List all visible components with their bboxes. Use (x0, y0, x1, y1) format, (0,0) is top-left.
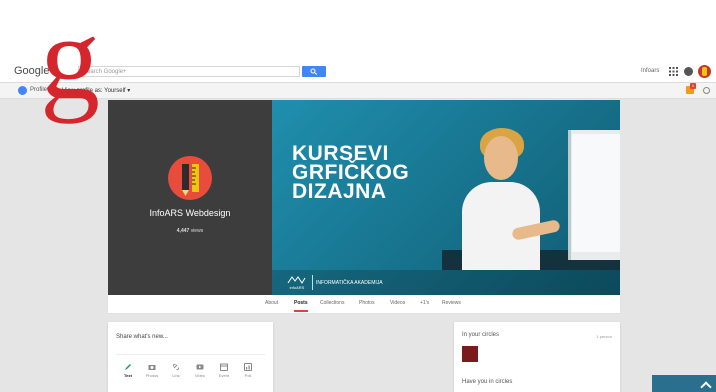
cover-footer: infoARS INFORMATIČKA AKADEMIJA (272, 270, 620, 295)
tab-posts[interactable]: Posts (294, 300, 308, 306)
infoars-logo-text: infoARS (289, 285, 305, 290)
cover-title-line: DIZAJNA (292, 180, 387, 203)
account-avatar[interactable] (698, 65, 711, 78)
share-input[interactable]: Share what's new... (116, 330, 265, 355)
share-poll-button[interactable]: Poll (238, 363, 258, 378)
profile-name: InfoARS Webdesign (149, 208, 231, 218)
pencil-ruler-logo-icon (182, 164, 199, 196)
search-icon (310, 68, 318, 75)
share-event-button[interactable]: Event (214, 363, 234, 378)
circle-member-avatar[interactable] (462, 346, 478, 362)
profile-avatar[interactable] (168, 156, 212, 200)
profile-panel: InfoARS Webdesign 4,447 views (108, 100, 272, 295)
share-tool-label: Text (124, 373, 132, 378)
profile-icon[interactable] (18, 86, 27, 95)
tab-reviews[interactable]: Reviews (442, 300, 461, 306)
link-icon (172, 363, 180, 371)
tab-videos[interactable]: Videos (390, 300, 405, 306)
search-input[interactable]: Search Google+ (78, 66, 300, 77)
share-tool-label: Video (194, 373, 206, 378)
cover-academy-text: INFORMATIČKA AKADEMIJA (316, 280, 383, 286)
tab-photos[interactable]: Photos (359, 300, 375, 306)
in-your-circles-title: In your circles (462, 332, 500, 338)
pencil-icon (125, 364, 131, 370)
share-tool-label: Link (172, 373, 180, 378)
cover-monitor-screen (572, 134, 620, 252)
logo-letter: g (40, 6, 100, 124)
chat-widget[interactable] (652, 375, 716, 392)
cover-person-head (484, 136, 518, 180)
tab-collections[interactable]: Collections (320, 300, 344, 306)
share-box: Share what's new... Text Photos Link Vid… (108, 322, 273, 392)
notifications-icon[interactable] (684, 67, 693, 76)
user-name[interactable]: Infoars (641, 68, 659, 74)
google-plus-g-logo: g (40, 6, 100, 124)
profile-views: 4,447 views (108, 228, 272, 234)
cover-title: KURSEVI GRFIČKOG DIZAJNA (292, 143, 472, 203)
search-button[interactable] (302, 66, 326, 77)
cover-photo[interactable]: KURSEVI GRFIČKOG DIZAJNA infoARS INFORMA… (272, 100, 620, 295)
share-tool-label: Poll (244, 373, 252, 378)
have-you-in-circles-title: Have you in circles (462, 379, 513, 385)
views-count: 4,447 (176, 228, 190, 234)
infoars-logo: infoARS (286, 276, 308, 290)
infoars-logo-icon (287, 276, 306, 284)
cover-divider (312, 275, 313, 290)
share-tool-label: Event (218, 373, 230, 378)
circles-count[interactable]: 1 person (596, 334, 612, 339)
circles-card: In your circles 1 person Have you in cir… (454, 322, 620, 392)
camera-icon (148, 365, 156, 370)
share-link-button[interactable]: Link (166, 363, 186, 378)
active-tab-indicator (294, 310, 308, 312)
views-label: views (190, 228, 204, 234)
video-icon (196, 364, 204, 370)
profile-tabs: About Posts Collections Photos Videos +1… (108, 295, 620, 314)
share-photos-button[interactable]: Photos (142, 363, 162, 378)
tab-about[interactable]: About (265, 300, 278, 306)
share-text-button[interactable]: Text (118, 363, 138, 378)
calendar-icon (220, 363, 228, 371)
tab-plus-ones[interactable]: +1's (420, 300, 429, 306)
share-tool-label: Photos (145, 373, 159, 378)
share-video-button[interactable]: Video (190, 363, 210, 378)
notification-badge: 1 (690, 83, 696, 89)
settings-icon[interactable] (703, 87, 710, 94)
apps-grid-icon[interactable] (669, 67, 678, 76)
poll-icon (244, 363, 252, 371)
